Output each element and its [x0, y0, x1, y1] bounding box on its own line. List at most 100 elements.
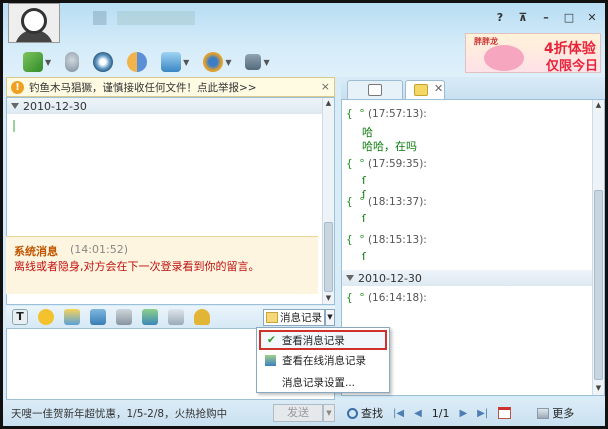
help-icon[interactable]: ? [493, 11, 507, 25]
more-icon [537, 407, 550, 419]
chevron-down-icon[interactable]: ▼ [183, 58, 189, 67]
chevron-down-icon[interactable]: ▼ [45, 58, 51, 67]
scroll-up-icon[interactable]: ▲ [593, 100, 604, 111]
profile-card-icon [368, 84, 382, 96]
side-tabs: ✕ [341, 77, 605, 99]
remote-assist-button[interactable]: ▼ [161, 51, 189, 73]
menu-item-record-settings[interactable]: 消息记录设置... [259, 372, 387, 392]
search-icon [347, 407, 358, 419]
left-scrollbar[interactable]: ▲ ▼ [322, 98, 334, 304]
warning-icon: ! [11, 80, 24, 94]
collapse-triangle-icon[interactable] [346, 275, 354, 281]
security-warning-bar[interactable]: ! 钓鱼木马猖獗，谨慎接收任何文件！点此举报>> × [6, 77, 335, 97]
chevron-down-icon[interactable]: ▼ [263, 58, 269, 67]
online-record-icon [265, 354, 276, 366]
avatar[interactable] [8, 3, 60, 43]
transfer-file-button[interactable]: ▼ [23, 51, 51, 73]
image-icon[interactable] [142, 309, 158, 325]
close-warning-icon[interactable]: × [321, 80, 330, 93]
tab-chat-history[interactable]: ✕ [405, 80, 445, 99]
menu-item-label: 查看在线消息记录 [282, 354, 366, 367]
chat-bubble-icon [414, 84, 428, 96]
message-line: ſ [362, 174, 366, 187]
apps-button[interactable]: ▼ [203, 51, 231, 73]
close-tab-icon[interactable]: ✕ [434, 82, 443, 95]
menu-item-label: 消息记录设置... [282, 376, 356, 389]
shake-icon[interactable] [64, 309, 80, 325]
last-page-icon[interactable]: ▶| [477, 408, 488, 419]
bell-icon[interactable] [194, 309, 210, 325]
voice-icon [65, 52, 80, 72]
more-button[interactable]: 更多 [537, 405, 574, 421]
ad-subtitle: 仅限今日 [546, 59, 599, 74]
menu-item-label: 查看消息记录 [281, 334, 345, 347]
message-record-menu: ✔ 查看消息记录 查看在线消息记录 消息记录设置... [256, 327, 390, 393]
system-message-title: 系统消息 [14, 245, 58, 258]
message-time: (16:14:18): [367, 292, 427, 304]
next-page-icon[interactable]: ▶ [459, 408, 467, 419]
group-button[interactable] [127, 51, 148, 73]
pin-icon[interactable]: ⊼ [516, 11, 530, 25]
transfer-file-icon [23, 52, 43, 72]
header: ? ⊼ – □ ✕ ▼ ▼ ▼ ▼ 胖胖龙 4折体验 仅限今日 [3, 3, 605, 77]
send-options-dropdown[interactable]: ▼ [323, 404, 335, 422]
tab-profile[interactable] [347, 80, 403, 99]
search-button[interactable]: 查找 [347, 405, 383, 421]
scroll-down-icon[interactable]: ▼ [323, 293, 334, 304]
message-time: (17:57:13): [367, 108, 427, 120]
message-time: (18:15:13): [367, 234, 427, 246]
pig-mascot-icon [484, 45, 524, 71]
remote-assist-icon [161, 52, 182, 72]
settings-button[interactable]: ▼ [245, 51, 270, 73]
message-line: ſ [362, 250, 366, 263]
prev-page-icon[interactable]: ◀ [414, 408, 422, 419]
date-label: 2010-12-30 [358, 271, 422, 285]
right-scrollbar[interactable]: ▲ ▼ [592, 100, 604, 395]
emoji-icon[interactable] [38, 309, 54, 325]
message-record-button[interactable]: 消息记录 [263, 309, 325, 326]
screenshot-icon[interactable] [90, 309, 106, 325]
minimize-icon[interactable]: – [539, 11, 553, 25]
calendar-icon[interactable] [498, 407, 512, 419]
page-indicator: 1/1 [431, 406, 450, 420]
menu-item-view-online-record[interactable]: 查看在线消息记录 [259, 350, 387, 370]
font-icon[interactable]: T [12, 309, 28, 325]
promo-text[interactable]: 天嗖一佳贺新年超忧惠，1/5-2/8，火热抢购中 [11, 406, 227, 421]
message-header: { ° (17:59:35): [346, 158, 427, 170]
scroll-thumb[interactable] [324, 222, 333, 292]
apps-icon [203, 52, 224, 72]
message-record-label: 消息记录 [280, 312, 322, 324]
video-button[interactable] [93, 51, 114, 73]
window-buttons: ? ⊼ – □ ✕ [493, 11, 599, 25]
history-navigation-bar: 查找 |◀ ◀ 1/1 ▶ ▶| 更多 [341, 400, 605, 426]
chevron-down-icon[interactable]: ▼ [225, 58, 231, 67]
voice-button[interactable] [65, 51, 80, 73]
close-icon[interactable]: ✕ [585, 11, 599, 25]
message-time: (18:13:37): [367, 196, 427, 208]
message-header: { ° (17:57:13): [346, 108, 427, 120]
send-button[interactable]: 发送 [273, 404, 323, 422]
system-message: 系统消息 (14:01:52) 离线或者隐身,对方会在下一次登录看到你的留言。 [6, 236, 318, 294]
scroll-up-icon[interactable]: ▲ [323, 98, 334, 109]
ad-banner[interactable]: 胖胖龙 4折体验 仅限今日 [465, 33, 601, 74]
checkmark-icon: ✔ [267, 334, 276, 346]
date-separator: 2010-12-30 [342, 270, 592, 286]
date-label: 2010-12-30 [23, 99, 87, 113]
video-icon [93, 52, 114, 72]
system-message-body: 离线或者隐身,对方会在下一次登录看到你的留言。 [14, 260, 260, 273]
warning-text[interactable]: 钓鱼木马猖獗，谨慎接收任何文件！点此举报>> [29, 80, 257, 95]
scroll-thumb[interactable] [594, 190, 603, 380]
maximize-icon[interactable]: □ [562, 11, 576, 25]
scroll-down-icon[interactable]: ▼ [593, 383, 604, 394]
message-record-dropdown[interactable]: ▼ [325, 309, 335, 326]
message-line: 哈哈，在吗 [362, 140, 417, 153]
contact-name-redacted [93, 11, 263, 25]
more-icon[interactable] [168, 309, 184, 325]
chat-window: ? ⊼ – □ ✕ ▼ ▼ ▼ ▼ 胖胖龙 4折体验 仅限今日 ! 钓鱼木马猖獗… [0, 0, 608, 429]
menu-item-view-record[interactable]: ✔ 查看消息记录 [259, 330, 387, 350]
collapse-triangle-icon[interactable] [11, 103, 19, 109]
message-time: (17:59:35): [367, 158, 427, 170]
music-icon[interactable] [116, 309, 132, 325]
message-record-icon [266, 312, 278, 323]
first-page-icon[interactable]: |◀ [393, 408, 404, 419]
